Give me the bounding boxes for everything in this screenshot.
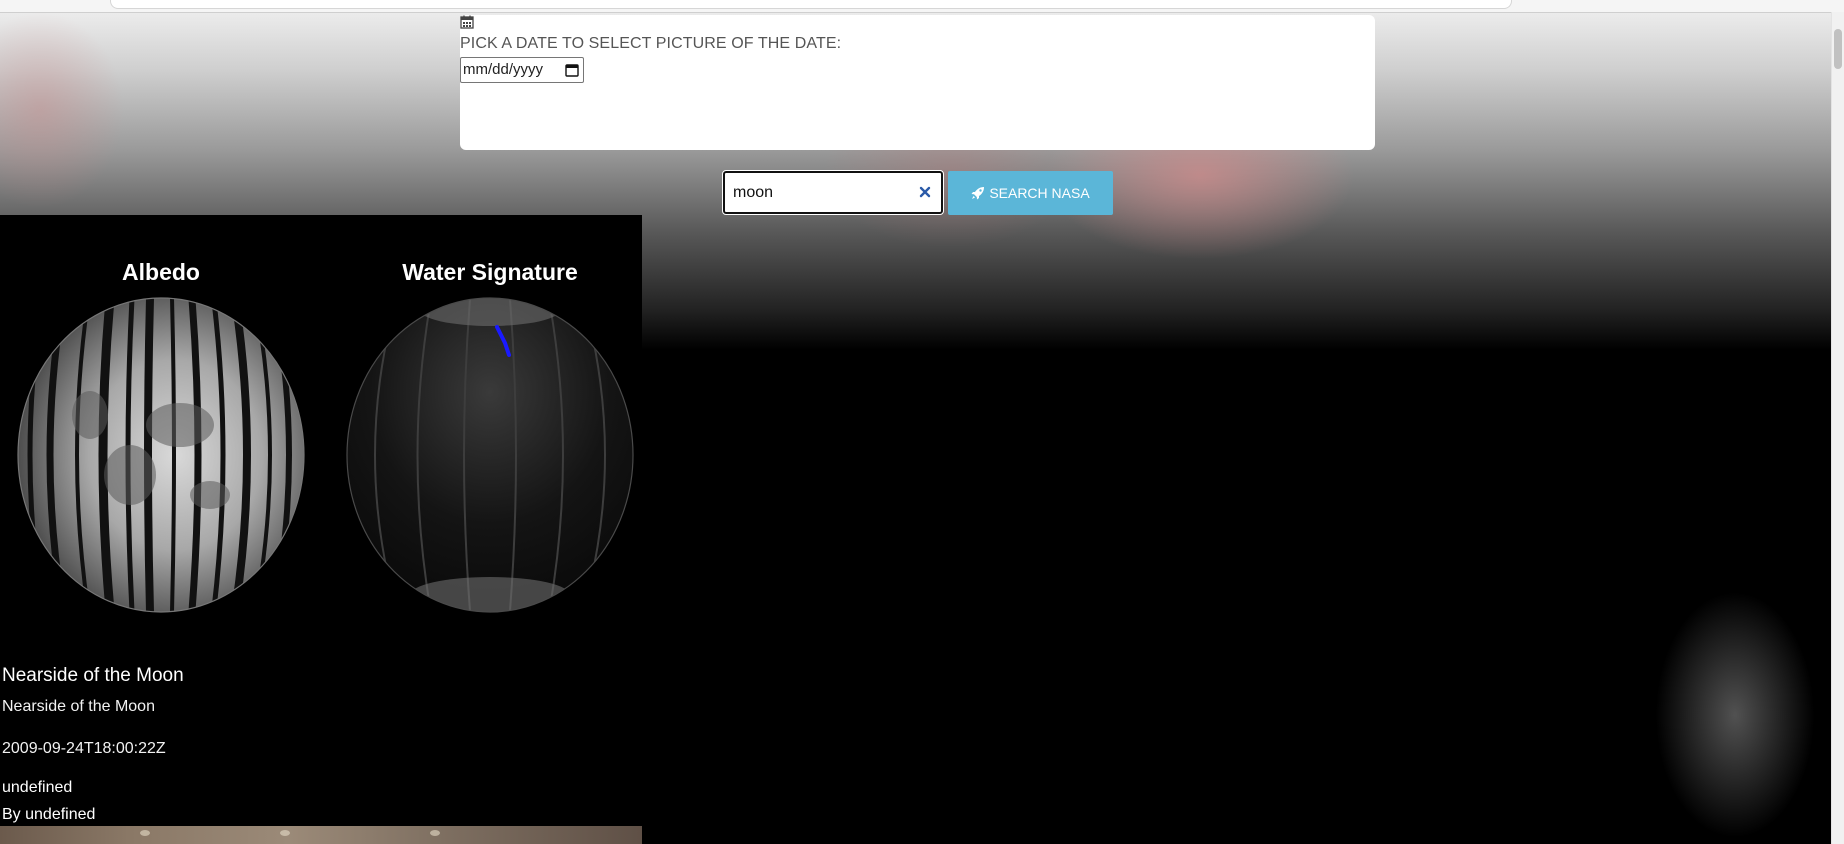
next-result-image <box>0 826 642 844</box>
scrollbar-thumb[interactable] <box>1834 29 1842 69</box>
date-input-placeholder: mm/dd/yyyy <box>463 61 544 78</box>
rocket-icon <box>971 187 985 200</box>
image-label-albedo: Albedo <box>122 259 200 285</box>
search-result-card: Albedo Water Signature Nearside of the M… <box>0 215 642 844</box>
date-input[interactable]: mm/dd/yyyy <box>460 57 584 83</box>
result-description: Nearside of the Moon <box>2 698 155 715</box>
browser-top-strip <box>0 0 1844 13</box>
search-nasa-button[interactable]: SEARCH NASA <box>948 171 1113 215</box>
image-label-water-signature: Water Signature <box>402 259 578 285</box>
byline-value: undefined <box>25 806 96 823</box>
date-picker-card: PICK A DATE TO SELECT PICTURE OF THE DAT… <box>460 15 1375 150</box>
crater-mark <box>430 830 440 836</box>
search-field[interactable] <box>722 170 944 215</box>
search-nasa-button-label: SEARCH NASA <box>989 185 1090 201</box>
result-byline: By undefined <box>2 806 95 824</box>
crater-mark <box>140 830 150 836</box>
crater-mark <box>280 830 290 836</box>
calendar-picker-icon[interactable] <box>565 63 579 77</box>
moon-albedo-water-image: Albedo Water Signature <box>0 215 642 645</box>
byline-prefix: By <box>2 806 21 823</box>
close-icon[interactable] <box>917 184 933 200</box>
result-date-created: 2009-09-24T18:00:22Z <box>2 740 166 757</box>
search-input[interactable] <box>733 181 913 205</box>
date-picker-label: PICK A DATE TO SELECT PICTURE OF THE DAT… <box>460 35 842 52</box>
result-field: undefined <box>2 779 73 796</box>
result-title: Nearside of the Moon <box>2 665 184 686</box>
calendar-icon <box>460 15 474 29</box>
page-scrollbar[interactable] <box>1831 12 1844 844</box>
address-bar-edge <box>110 0 1512 9</box>
